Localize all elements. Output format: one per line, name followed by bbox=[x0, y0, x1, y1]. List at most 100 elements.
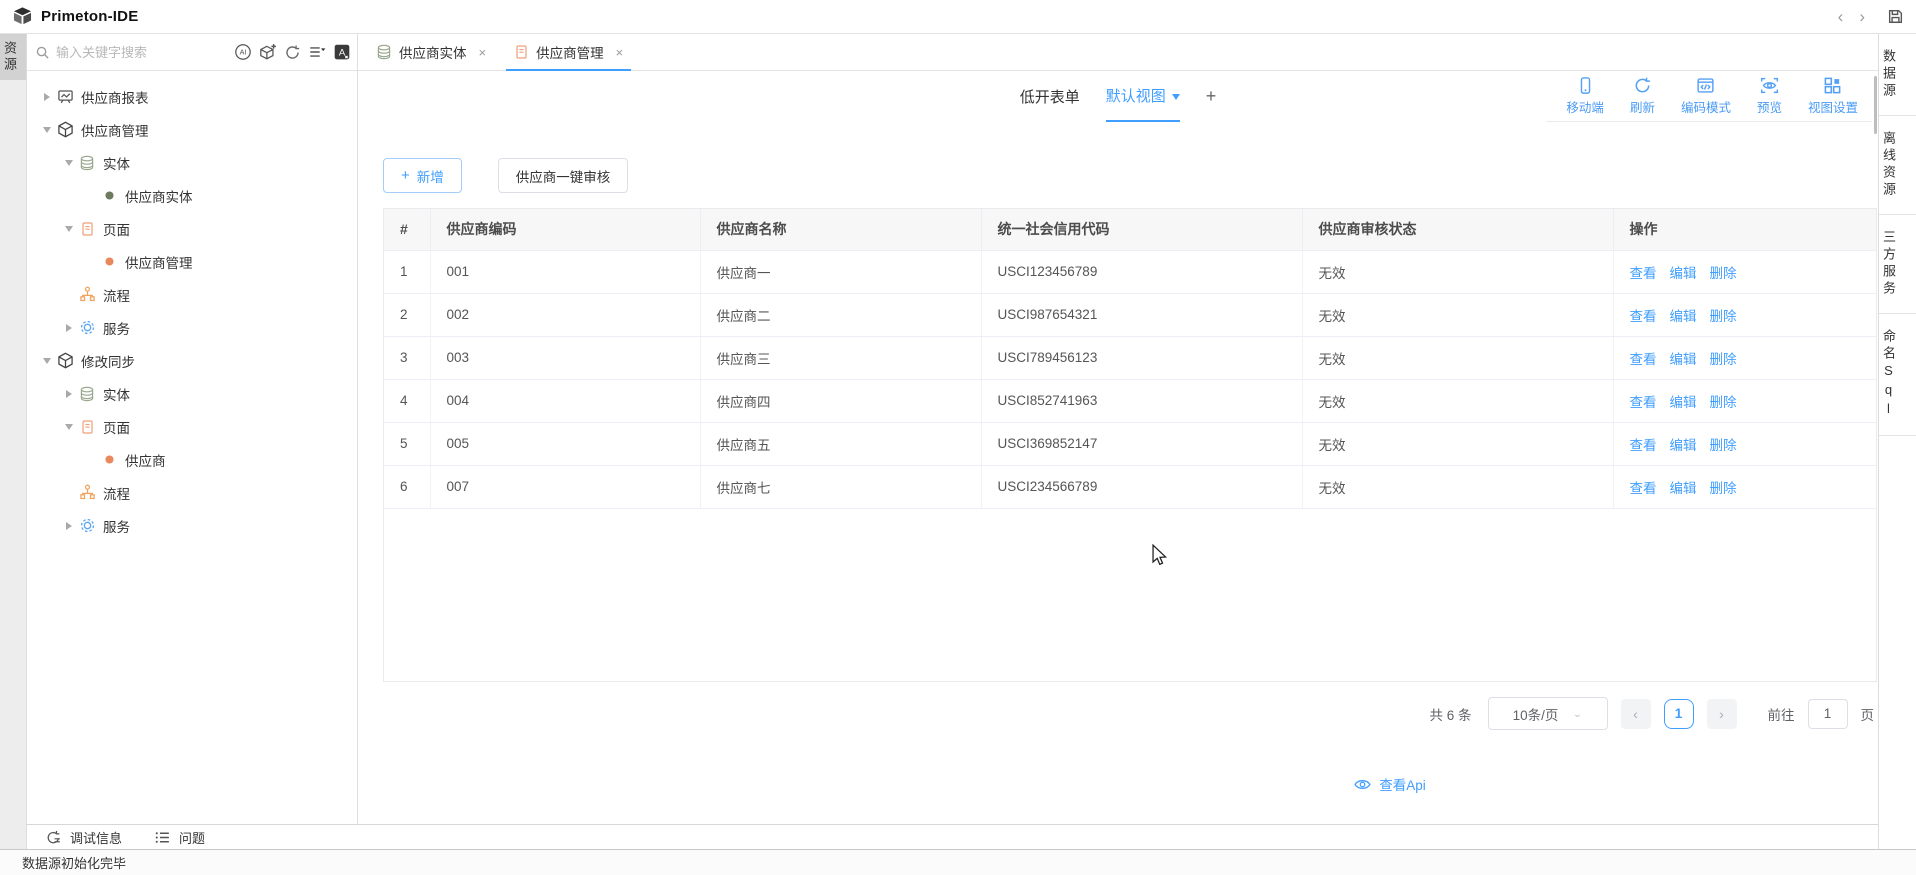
tree-item[interactable]: 页面 bbox=[27, 212, 357, 245]
goto-page-input[interactable] bbox=[1807, 698, 1848, 729]
right-rail-tab[interactable]: 命名Sql bbox=[1879, 314, 1916, 436]
editor-tab[interactable]: 供应商实体 × bbox=[362, 34, 500, 70]
expand-arrow-icon[interactable] bbox=[39, 92, 55, 101]
add-button[interactable]: + 新增 bbox=[383, 158, 462, 193]
expand-arrow-icon[interactable] bbox=[61, 521, 77, 530]
add-view-button[interactable]: + bbox=[1206, 71, 1217, 122]
edit-link[interactable]: 编辑 bbox=[1670, 481, 1697, 496]
collapse-arrow-icon[interactable] bbox=[39, 126, 55, 133]
refresh-icon[interactable] bbox=[284, 44, 301, 61]
app-logo-icon bbox=[12, 6, 33, 27]
view-header: 低开表单 默认视图 + 移动端 刷新 编码模式 预览 视图设置 bbox=[358, 71, 1878, 122]
view-link[interactable]: 查看 bbox=[1630, 438, 1657, 453]
tree-item[interactable]: 服务 bbox=[27, 509, 357, 542]
tree-item-label: 页面 bbox=[103, 222, 130, 238]
collapse-arrow-icon[interactable] bbox=[61, 225, 77, 232]
delete-link[interactable]: 删除 bbox=[1710, 309, 1737, 324]
delete-link[interactable]: 删除 bbox=[1710, 438, 1737, 453]
expand-arrow-icon[interactable] bbox=[61, 389, 77, 398]
tree-item[interactable]: 流程 bbox=[27, 278, 357, 311]
view-link[interactable]: 查看 bbox=[1630, 395, 1657, 410]
collapse-arrow-icon[interactable] bbox=[61, 159, 77, 166]
svg-text:AI: AI bbox=[240, 48, 247, 57]
audit-button[interactable]: 供应商一键审核 bbox=[497, 158, 629, 193]
tree-item[interactable]: 实体 bbox=[27, 146, 357, 179]
view-action-grid[interactable]: 视图设置 bbox=[1808, 76, 1858, 116]
cell-usci: USCI369852147 bbox=[981, 422, 1303, 466]
supplier-table: # 供应商编码 供应商名称 统一社会信用代码 供应商审核状态 操作 1 001 供应商一 USC… bbox=[384, 209, 1876, 509]
tree-item[interactable]: 供应商实体 bbox=[27, 179, 357, 212]
bottom-panel-debug[interactable]: 调试信息 bbox=[45, 828, 122, 847]
view-link[interactable]: 查看 bbox=[1630, 352, 1657, 367]
search-input[interactable] bbox=[56, 44, 174, 60]
search-box[interactable] bbox=[35, 44, 230, 60]
rail-tab-resources[interactable]: 资源 bbox=[0, 34, 26, 80]
tree-item[interactable]: 供应商管理 bbox=[27, 113, 357, 146]
view-tab-default[interactable]: 默认视图 bbox=[1105, 71, 1180, 122]
next-page-button[interactable]: › bbox=[1706, 698, 1737, 729]
cell-code: 005 bbox=[430, 422, 701, 466]
edit-link[interactable]: 编辑 bbox=[1670, 352, 1697, 367]
right-rail-tab[interactable]: 数据源 bbox=[1879, 34, 1916, 116]
view-action-preview[interactable]: 预览 bbox=[1757, 76, 1782, 116]
delete-link[interactable]: 删除 bbox=[1710, 352, 1737, 367]
nav-back-icon[interactable]: ‹ bbox=[1838, 8, 1844, 25]
cell-index: 4 bbox=[384, 379, 431, 423]
delete-link[interactable]: 删除 bbox=[1710, 395, 1737, 410]
collapse-arrow-icon[interactable] bbox=[39, 357, 55, 364]
view-link[interactable]: 查看 bbox=[1630, 309, 1657, 324]
tree-item[interactable]: 服务 bbox=[27, 311, 357, 344]
right-rail-tab[interactable]: 三方服务 bbox=[1879, 215, 1916, 314]
page-number-current[interactable]: 1 bbox=[1663, 698, 1694, 729]
edit-link[interactable]: 编辑 bbox=[1670, 266, 1697, 281]
view-link[interactable]: 查看 bbox=[1630, 266, 1657, 281]
cell-status: 无效 bbox=[1302, 250, 1614, 294]
tree-item[interactable]: 供应商管理 bbox=[27, 245, 357, 278]
view-actions: 移动端 刷新 编码模式 预览 视图设置 bbox=[1546, 71, 1872, 122]
view-link[interactable]: 查看 bbox=[1630, 481, 1657, 496]
tree-item[interactable]: 供应商 bbox=[27, 443, 357, 476]
tree-item-label: 修改同步 bbox=[81, 354, 135, 370]
bottom-panel-problems[interactable]: 问题 bbox=[154, 828, 205, 847]
collapse-arrow-icon[interactable] bbox=[61, 423, 77, 430]
tree-item[interactable]: 供应商报表 bbox=[27, 80, 357, 113]
close-icon[interactable]: × bbox=[616, 45, 624, 60]
right-rail-tab[interactable]: 离线资源 bbox=[1879, 116, 1916, 215]
cell-usci: USCI852741963 bbox=[981, 379, 1303, 423]
translate-icon[interactable]: A bbox=[333, 43, 351, 61]
view-api-link[interactable]: 查看Api bbox=[1354, 774, 1426, 794]
search-icon bbox=[35, 45, 50, 60]
column-header: 操作 bbox=[1613, 209, 1876, 251]
service-icon bbox=[77, 517, 97, 534]
pagination: 共 6 条 10条/页 ⌄ ‹ 1 › 前往 页 bbox=[1429, 697, 1874, 730]
delete-link[interactable]: 删除 bbox=[1710, 266, 1737, 281]
tree-item[interactable]: 页面 bbox=[27, 410, 357, 443]
scrollbar[interactable] bbox=[1874, 76, 1877, 134]
cell-actions: 查看 编辑 删除 bbox=[1613, 379, 1876, 423]
edit-link[interactable]: 编辑 bbox=[1670, 438, 1697, 453]
view-action-refresh-blue[interactable]: 刷新 bbox=[1630, 76, 1655, 116]
sort-list-icon[interactable] bbox=[308, 43, 326, 61]
edit-link[interactable]: 编辑 bbox=[1670, 395, 1697, 410]
delete-link[interactable]: 删除 bbox=[1710, 481, 1737, 496]
tree-item[interactable]: 流程 bbox=[27, 476, 357, 509]
expand-arrow-icon[interactable] bbox=[61, 323, 77, 332]
tree-item[interactable]: 修改同步 bbox=[27, 344, 357, 377]
prev-page-button[interactable]: ‹ bbox=[1620, 698, 1651, 729]
cell-index: 5 bbox=[384, 422, 431, 466]
ai-icon[interactable]: AI bbox=[234, 43, 252, 61]
tree-item[interactable]: 实体 bbox=[27, 377, 357, 410]
edit-link[interactable]: 编辑 bbox=[1670, 309, 1697, 324]
table-row: 6 007 供应商七 USCI234566789 无效 查看 编辑 删除 bbox=[384, 465, 1876, 509]
view-action-mobile[interactable]: 移动端 bbox=[1566, 76, 1604, 116]
view-action-label: 移动端 bbox=[1566, 101, 1604, 115]
page-size-select[interactable]: 10条/页 ⌄ bbox=[1487, 697, 1608, 730]
save-icon[interactable] bbox=[1887, 8, 1904, 25]
editor-tab[interactable]: 供应商管理 × bbox=[500, 34, 637, 71]
close-icon[interactable]: × bbox=[479, 45, 487, 60]
nav-forward-icon[interactable]: › bbox=[1859, 8, 1865, 25]
new-module-icon[interactable] bbox=[259, 43, 277, 61]
tree-item-label: 实体 bbox=[103, 156, 130, 172]
view-action-code[interactable]: 编码模式 bbox=[1681, 76, 1731, 116]
cell-usci: USCI987654321 bbox=[981, 293, 1303, 337]
